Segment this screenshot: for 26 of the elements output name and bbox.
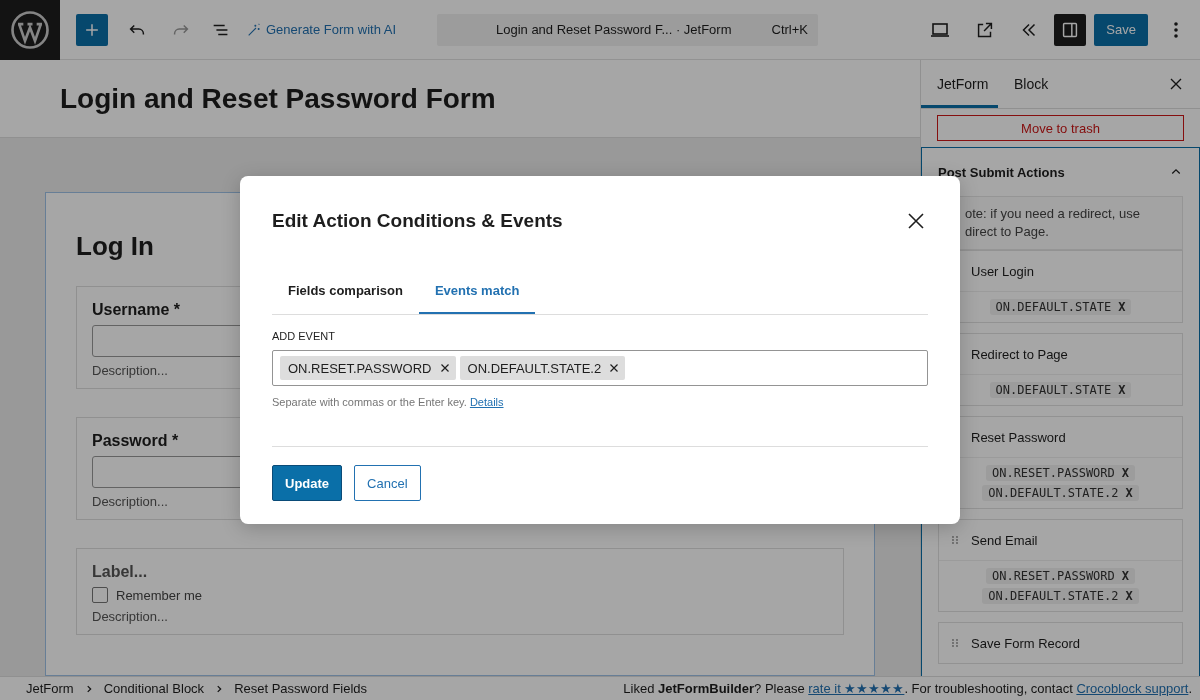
event-tag: ON.RESET.PASSWORD X bbox=[985, 568, 1136, 584]
action-name: Save Form Record bbox=[971, 635, 1081, 651]
field-description: Description... bbox=[92, 494, 168, 509]
event-tag: ON.DEFAULT.STATE.2 X bbox=[982, 588, 1139, 604]
action-name: Send Email bbox=[971, 532, 1038, 548]
action-name: Reset Password bbox=[971, 429, 1066, 445]
action-name: Redirect to Page bbox=[971, 346, 1068, 362]
field-label: Label... bbox=[92, 563, 148, 581]
field-label: Username * bbox=[92, 301, 181, 319]
modal-title: Edit Action Conditions & Events bbox=[272, 210, 563, 232]
event-tag: ON.DEFAULT.STATE.2 X bbox=[982, 485, 1139, 501]
field-description: Description... bbox=[92, 609, 168, 624]
field-description: Description... bbox=[92, 363, 168, 378]
event-tag: ON.RESET.PASSWORD X bbox=[985, 465, 1136, 481]
field-label: ADD EVENT bbox=[272, 330, 336, 342]
event-tag: ON.DEFAULT.STATE X bbox=[989, 382, 1132, 398]
event-token: ON.RESET.PASSWORD bbox=[280, 356, 456, 380]
action-name: User Login bbox=[971, 263, 1034, 279]
event-tag: ON.DEFAULT.STATE X bbox=[989, 299, 1132, 315]
form-title: Login and Reset Password Form bbox=[0, 60, 920, 138]
form-heading: Log In bbox=[76, 231, 155, 262]
help-text: Separate with commas or the Enter key. Details bbox=[272, 396, 505, 408]
feedback-notice: Liked JetFormBuilder? Please rate it ★★★★★. For troubleshooting, contact Crocoblock support. bbox=[623, 681, 1192, 696]
checkbox-label: Remember me bbox=[116, 587, 202, 603]
event-token: ON.DEFAULT.STATE.2 bbox=[459, 356, 626, 380]
field-label: Password * bbox=[92, 432, 179, 450]
